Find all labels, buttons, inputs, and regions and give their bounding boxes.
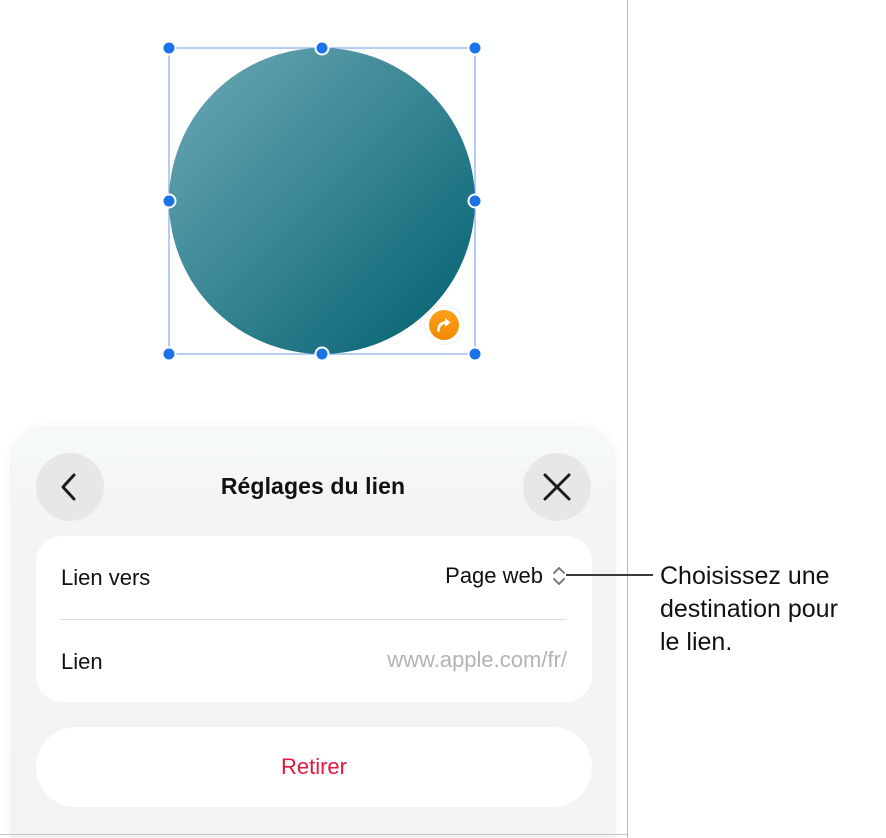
link-to-label: Lien vers xyxy=(61,565,151,590)
link-settings-sheet: Réglages du lien Lien vers Page web Lien… xyxy=(11,429,615,838)
selection-handle-bottom[interactable] xyxy=(314,346,330,362)
link-to-select[interactable]: Page web xyxy=(445,563,543,589)
selection-handle-top-right[interactable] xyxy=(467,40,483,56)
link-badge[interactable] xyxy=(425,306,463,344)
curved-arrow-icon xyxy=(429,310,459,340)
callout-text: Choisissez une destination pour le lien. xyxy=(660,560,884,659)
close-button[interactable] xyxy=(523,453,591,521)
close-icon xyxy=(543,473,571,501)
canvas-bottom-edge xyxy=(0,834,627,835)
chevron-left-icon xyxy=(61,473,76,501)
selection-handle-bottom-right[interactable] xyxy=(467,346,483,362)
back-button[interactable] xyxy=(36,453,104,521)
remove-link-button[interactable]: Retirer xyxy=(36,727,592,807)
selection-handle-top-left[interactable] xyxy=(161,40,177,56)
selection-handle-right[interactable] xyxy=(467,193,483,209)
selection-handle-bottom-left[interactable] xyxy=(161,346,177,362)
screenshot-stage: Réglages du lien Lien vers Page web Lien… xyxy=(0,0,886,838)
up-down-chevron-icon[interactable] xyxy=(551,565,567,587)
callout-leader-line xyxy=(566,574,653,576)
callout-line-2: destination pour xyxy=(660,595,838,623)
selection-handle-left[interactable] xyxy=(161,193,177,209)
ipad-canvas: Réglages du lien Lien vers Page web Lien… xyxy=(0,0,628,838)
link-url-input[interactable] xyxy=(267,647,567,673)
sheet-title: Réglages du lien xyxy=(220,473,406,499)
link-label: Lien xyxy=(61,649,103,674)
circle-fill xyxy=(169,48,475,354)
callout-line-3: le lien. xyxy=(660,628,733,656)
callout-line-1: Choisissez une xyxy=(660,562,830,590)
link-settings-card: Lien vers Page web Lien xyxy=(36,536,592,702)
selection-handle-top[interactable] xyxy=(314,40,330,56)
row-divider xyxy=(61,619,567,620)
